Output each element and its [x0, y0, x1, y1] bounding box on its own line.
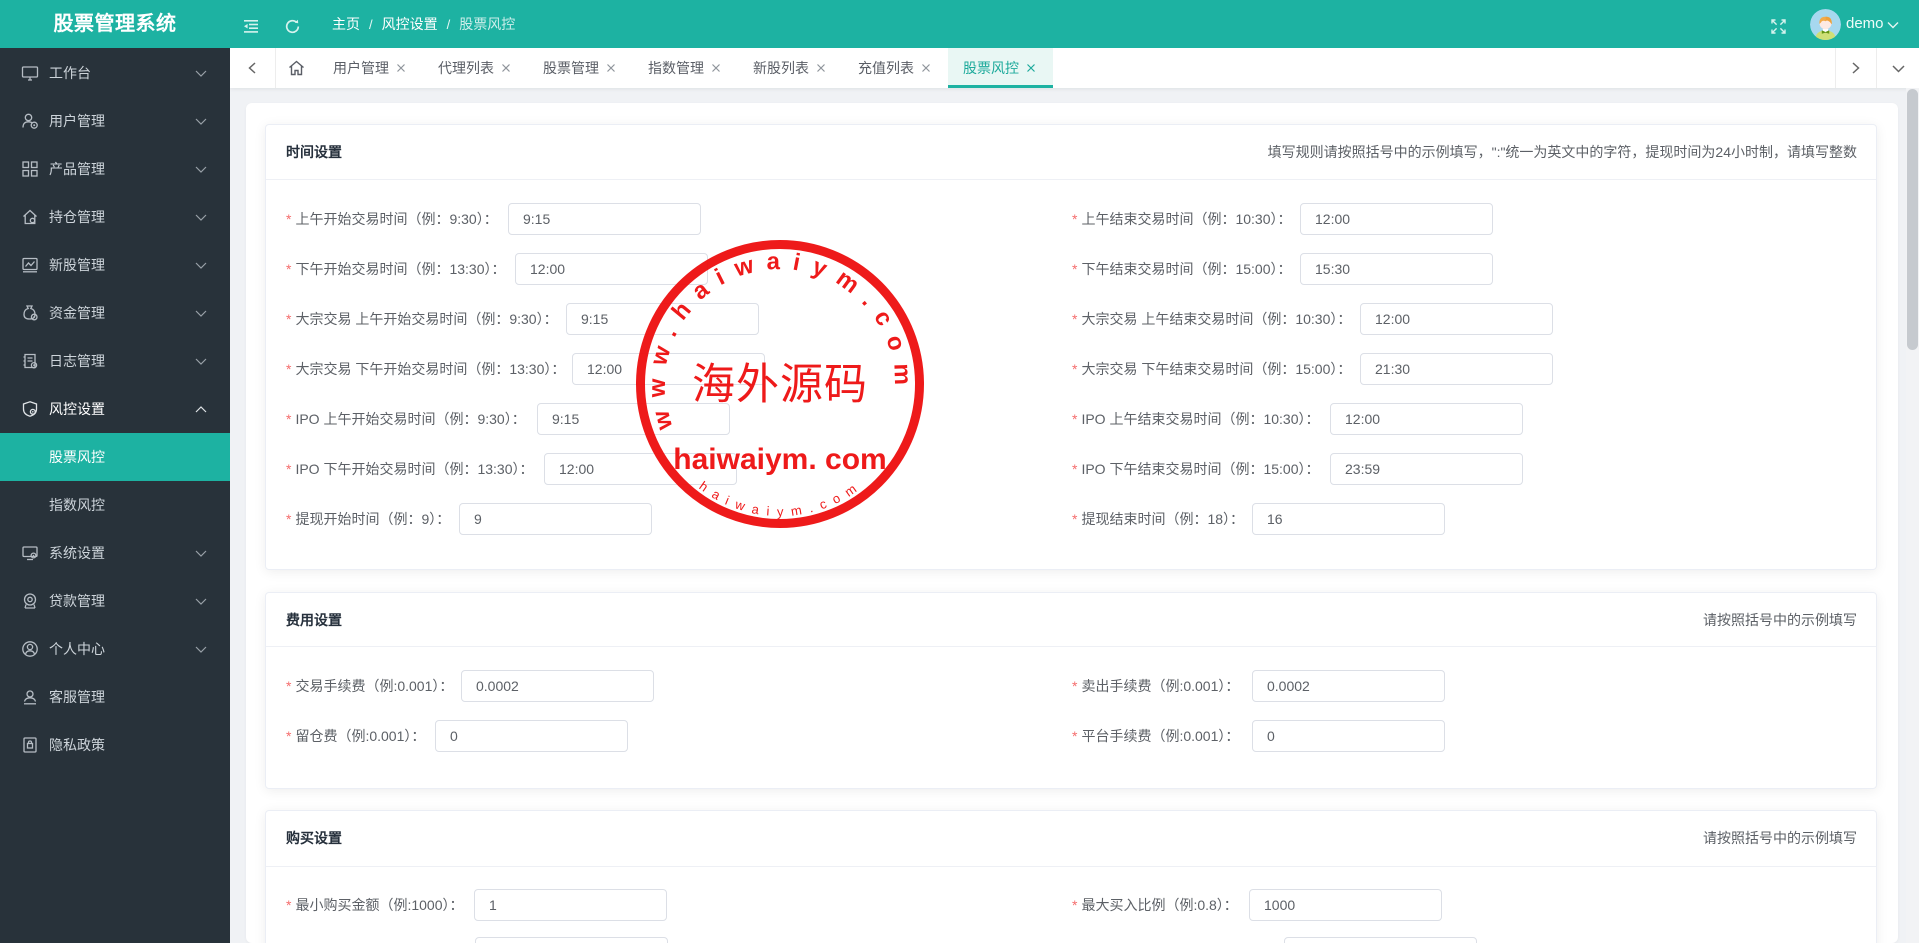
svg-text:haiwaiym. com: haiwaiym. com	[673, 443, 886, 476]
svg-text:海外源码: 海外源码	[692, 362, 868, 409]
